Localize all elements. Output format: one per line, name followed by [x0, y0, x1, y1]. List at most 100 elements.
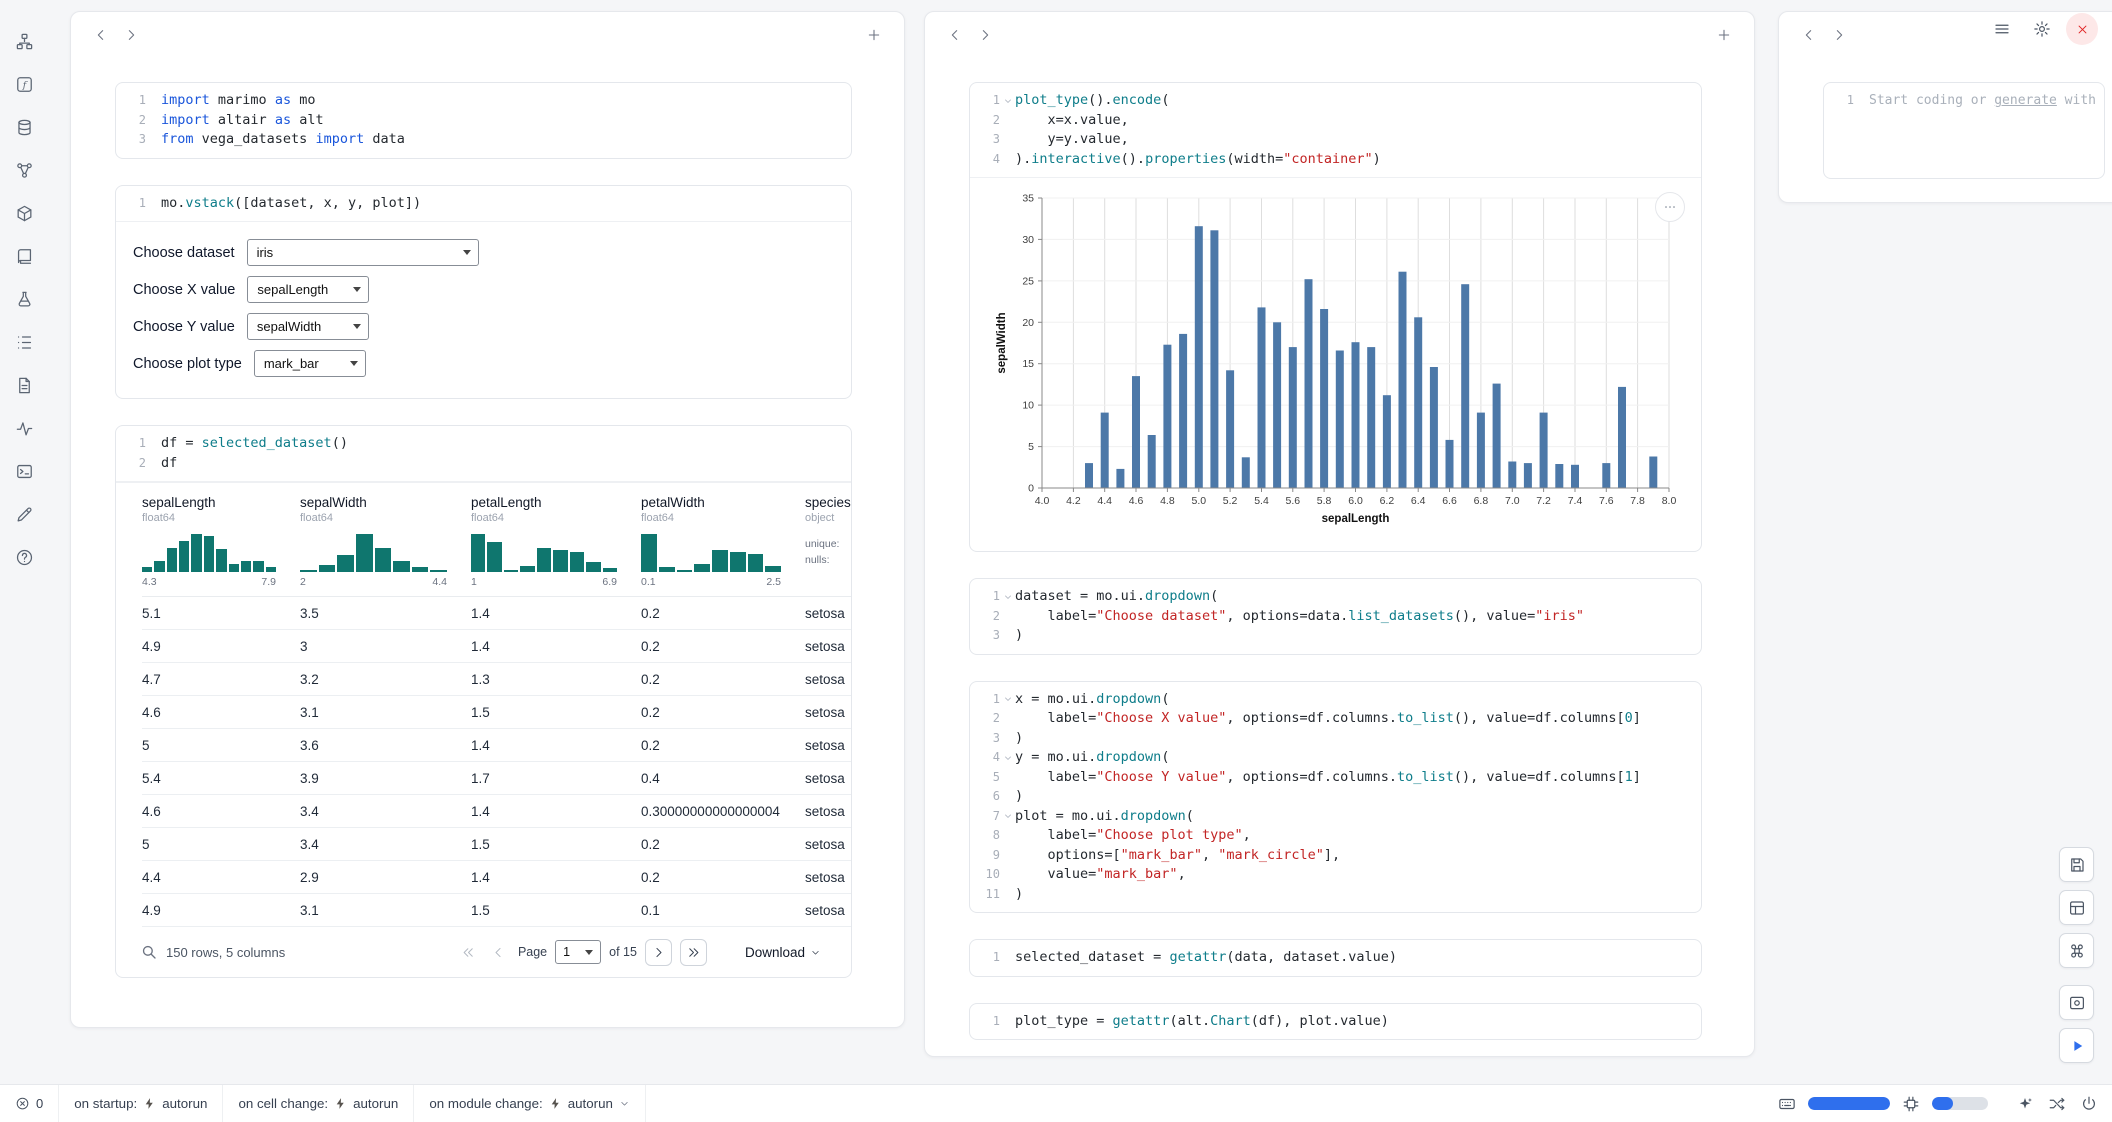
notebook-menu-button[interactable]	[1986, 13, 2018, 45]
on-module-change-setting[interactable]: on module change:autorun	[414, 1085, 646, 1122]
present-mode-button[interactable]	[2059, 985, 2094, 1020]
table-cell: 4.9	[142, 639, 300, 654]
code-line: 3from vega_datasets import data	[116, 130, 851, 150]
table-cell: 1.4	[471, 738, 641, 753]
code-editor[interactable]: 1plot_type = getattr(alt.Chart(df), plot…	[970, 1004, 1701, 1040]
first-page-button[interactable]	[458, 941, 480, 963]
scratchpad-panel-button[interactable]	[9, 499, 39, 529]
table-cell: 0.2	[641, 639, 805, 654]
documentation-panel-button[interactable]	[9, 241, 39, 271]
code-line: 2import altair as alt	[116, 111, 851, 131]
add-cell-button[interactable]	[860, 21, 888, 49]
add-cell-button[interactable]	[1710, 21, 1738, 49]
shuffle-button[interactable]	[2048, 1095, 2066, 1113]
dependencies-panel-button[interactable]	[9, 155, 39, 185]
logs-panel-button[interactable]	[9, 327, 39, 357]
fold-slot	[1000, 150, 1015, 170]
chart-menu-button[interactable]	[1655, 192, 1685, 222]
code-editor[interactable]: 1df = selected_dataset()2df	[116, 426, 851, 481]
fold-slot	[146, 91, 161, 111]
memory-usage-button[interactable]	[1778, 1095, 1796, 1113]
datasources-panel-button[interactable]	[9, 112, 39, 142]
status-bar-left: 0 on startup:autorunon cell change:autor…	[0, 1085, 646, 1122]
choose-y-value-select[interactable]: sepalWidth	[247, 313, 369, 340]
on-cell-change-setting[interactable]: on cell change:autorun	[223, 1085, 414, 1122]
next-page-button[interactable]	[645, 939, 672, 966]
dropdown-label: Choose Y value	[133, 319, 235, 335]
choose-plot-type-select[interactable]: mark_bar	[254, 350, 366, 377]
first-page-icon	[461, 945, 476, 960]
code-editor[interactable]: 1x = mo.ui.dropdown(2 label="Choose X va…	[970, 682, 1701, 913]
shuffle-icon	[2048, 1095, 2066, 1113]
shutdown-button[interactable]	[2066, 13, 2098, 45]
line-number: 2	[116, 454, 146, 474]
experiments-panel-button[interactable]	[9, 284, 39, 314]
last-page-button[interactable]	[680, 939, 707, 966]
line-number: 10	[970, 865, 1000, 885]
fold-slot[interactable]	[1000, 91, 1015, 111]
layout-select-button[interactable]	[2059, 890, 2094, 925]
table-column-header[interactable]: speciesobjectunique:nulls:	[805, 495, 851, 596]
on-startup-setting[interactable]: on startup:autorun	[59, 1085, 223, 1122]
svg-text:sepalLength: sepalLength	[1322, 513, 1390, 525]
terminal-panel-button[interactable]	[9, 456, 39, 486]
help-panel-icon	[15, 548, 34, 567]
code-line: 1mo.vstack([dataset, x, y, plot])	[116, 194, 851, 214]
table-cell: 4.9	[142, 903, 300, 918]
fold-slot[interactable]	[1000, 748, 1015, 768]
table-column-header[interactable]: petalLengthfloat6416.9	[471, 495, 641, 596]
settings-button[interactable]	[2026, 13, 2058, 45]
column-stats: unique:nulls:	[805, 536, 851, 576]
page-select[interactable]: 1	[555, 940, 601, 964]
table-cell: 0.30000000000000004	[641, 804, 805, 819]
outline-panel-button[interactable]	[9, 26, 39, 56]
prev-page-button[interactable]	[488, 941, 510, 963]
move-column-right-button[interactable]	[971, 21, 999, 49]
code-editor[interactable]: 1dataset = mo.ui.dropdown(2 label="Choos…	[970, 579, 1701, 654]
help-panel-button[interactable]	[9, 542, 39, 572]
fold-slot	[1000, 885, 1015, 905]
snippets-panel-button[interactable]	[9, 370, 39, 400]
keyboard-shortcuts-button[interactable]	[2059, 933, 2094, 968]
move-column-left-button[interactable]	[941, 21, 969, 49]
move-column-left-button[interactable]	[87, 21, 115, 49]
documentation-panel-icon	[15, 247, 34, 266]
fold-slot	[146, 194, 161, 214]
download-button[interactable]: Download	[745, 945, 821, 960]
fold-slot	[1000, 607, 1015, 627]
error-count-indicator[interactable]: 0	[0, 1085, 59, 1122]
fold-slot[interactable]	[1000, 690, 1015, 710]
ai-assistant-button[interactable]	[2016, 1095, 2034, 1113]
generate-with-ai-link[interactable]: generate	[1994, 93, 2057, 108]
save-notebook-button[interactable]	[2059, 847, 2094, 882]
packages-panel-button[interactable]	[9, 198, 39, 228]
code-editor[interactable]: 1mo.vstack([dataset, x, y, plot])	[116, 186, 851, 222]
restart-kernel-button[interactable]	[2080, 1095, 2098, 1113]
code-line: 1plot_type = getattr(alt.Chart(df), plot…	[970, 1012, 1701, 1032]
altair-bar-chart[interactable]: 4.04.24.44.64.85.05.25.45.65.86.06.26.46…	[992, 188, 1692, 538]
fold-slot[interactable]	[1000, 587, 1015, 607]
run-all-button[interactable]	[2059, 1028, 2094, 1063]
choose-x-value-select[interactable]: sepalLength	[247, 276, 369, 303]
table-search-button[interactable]	[140, 943, 158, 961]
new-cell-editor[interactable]: 1Start coding or generate with AI	[1823, 82, 2105, 179]
table-cell: 3.4	[300, 804, 471, 819]
fold-slot	[146, 454, 161, 474]
functions-panel-button[interactable]: f	[9, 69, 39, 99]
move-column-right-button[interactable]	[117, 21, 145, 49]
table-cell: 0.2	[641, 672, 805, 687]
table-column-header[interactable]: sepalLengthfloat644.37.9	[142, 495, 300, 596]
fold-slot[interactable]	[1000, 807, 1015, 827]
code-editor[interactable]: 1import marimo as mo2import altair as al…	[116, 83, 851, 158]
tracing-panel-button[interactable]	[9, 413, 39, 443]
cpu-usage-button[interactable]	[1902, 1095, 1920, 1113]
move-column-left-button[interactable]	[1795, 21, 1823, 49]
caret-down-icon	[810, 947, 821, 958]
table-column-header[interactable]: sepalWidthfloat6424.4	[300, 495, 471, 596]
errors-icon	[15, 1096, 30, 1111]
code-editor[interactable]: 1selected_dataset = getattr(data, datase…	[970, 940, 1701, 976]
table-column-header[interactable]: petalWidthfloat640.12.5	[641, 495, 805, 596]
code-editor[interactable]: 1plot_type().encode(2 x=x.value,3 y=y.va…	[970, 83, 1701, 177]
choose-dataset-select[interactable]: iris	[247, 239, 479, 266]
move-column-right-button[interactable]	[1825, 21, 1853, 49]
